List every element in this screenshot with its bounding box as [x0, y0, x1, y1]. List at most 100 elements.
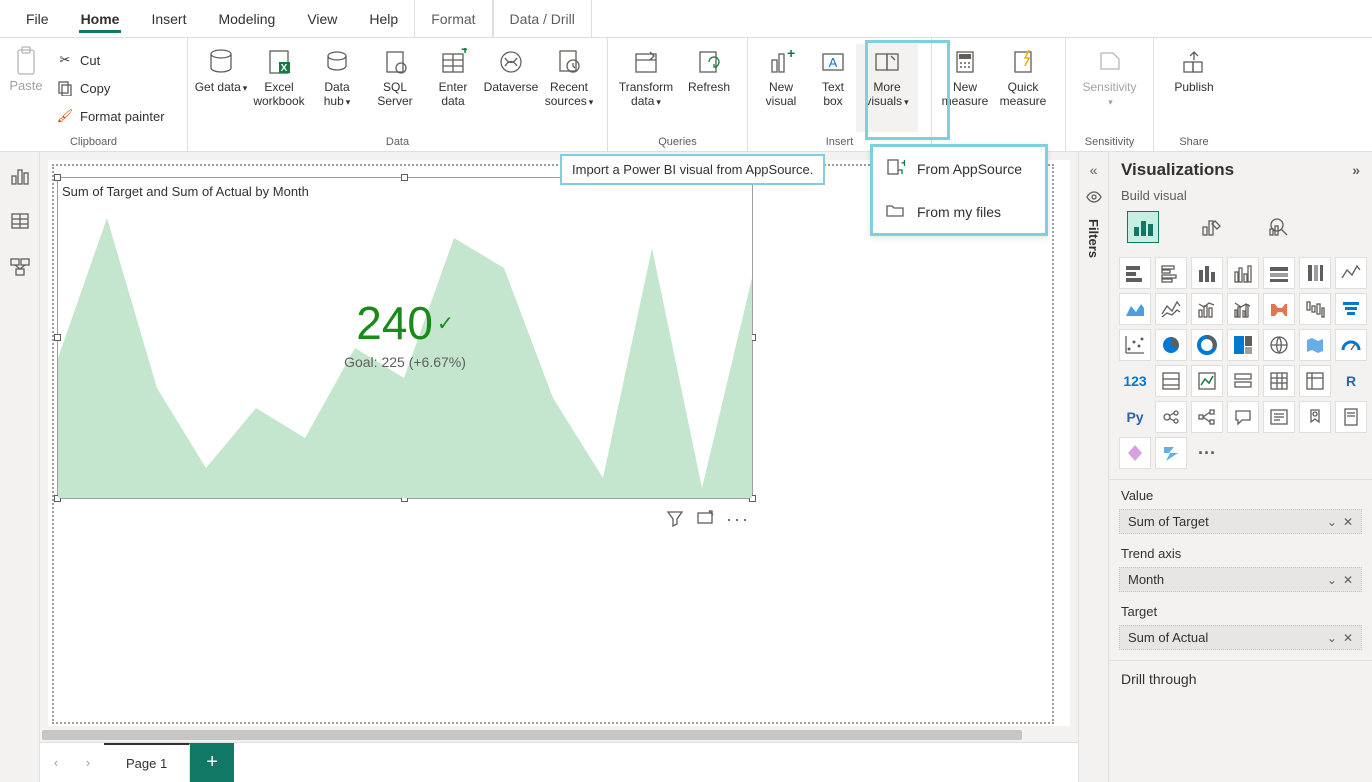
page-next-button[interactable]: › — [72, 743, 104, 782]
viz-key-influencers[interactable] — [1155, 401, 1187, 433]
viz-ribbon[interactable] — [1263, 293, 1295, 325]
resize-handle-n[interactable] — [401, 174, 408, 181]
viz-paginated[interactable] — [1335, 401, 1367, 433]
viz-decomposition[interactable] — [1191, 401, 1223, 433]
viz-line-clustered[interactable] — [1227, 293, 1259, 325]
viz-r[interactable]: R — [1335, 365, 1367, 397]
kpi-visual[interactable]: Sum of Target and Sum of Actual by Month… — [58, 178, 752, 498]
trend-field-well[interactable]: Month ⌄✕ — [1119, 567, 1362, 592]
more-visuals-button[interactable]: More visuals▾ — [856, 44, 918, 132]
remove-field-icon[interactable]: ✕ — [1343, 515, 1353, 529]
viz-clustered-column[interactable] — [1227, 257, 1259, 289]
format-visual-tab[interactable] — [1195, 211, 1227, 243]
horizontal-scrollbar[interactable] — [40, 728, 1078, 742]
analytics-tab[interactable] — [1263, 211, 1295, 243]
viz-matrix[interactable] — [1299, 365, 1331, 397]
copy-button[interactable]: Copy — [52, 74, 169, 102]
build-visual-tab[interactable] — [1127, 211, 1159, 243]
resize-handle-nw[interactable] — [54, 174, 61, 181]
format-painter-button[interactable]: 🖌Format painter — [52, 102, 169, 130]
viz-area[interactable] — [1119, 293, 1151, 325]
enter-data-button[interactable]: +Enter data — [424, 44, 482, 132]
more-options-icon[interactable]: ··· — [726, 509, 744, 527]
model-view-icon[interactable] — [9, 256, 31, 278]
publish-button[interactable]: Publish — [1158, 44, 1230, 132]
viz-donut[interactable] — [1191, 329, 1223, 361]
expand-filters-icon[interactable]: « — [1090, 162, 1098, 178]
viz-more-icon[interactable]: ··· — [1191, 437, 1223, 469]
viz-goals[interactable] — [1299, 401, 1331, 433]
viz-100-column[interactable] — [1299, 257, 1331, 289]
viz-stacked-column[interactable] — [1191, 257, 1223, 289]
tab-view[interactable]: View — [291, 0, 353, 37]
chevron-down-icon[interactable]: ⌄ — [1327, 631, 1337, 645]
value-field-well[interactable]: Sum of Target ⌄✕ — [1119, 509, 1362, 534]
report-canvas[interactable]: Sum of Target and Sum of Actual by Month… — [48, 160, 1070, 726]
page-prev-button[interactable]: ‹ — [40, 743, 72, 782]
scrollbar-thumb[interactable] — [42, 730, 1022, 740]
viz-slicer[interactable] — [1227, 365, 1259, 397]
sql-server-button[interactable]: SQL Server — [366, 44, 424, 132]
expand-viz-icon[interactable]: » — [1352, 162, 1360, 178]
viz-power-automate[interactable] — [1155, 437, 1187, 469]
excel-workbook-button[interactable]: XExcel workbook — [250, 44, 308, 132]
tab-help[interactable]: Help — [353, 0, 414, 37]
paste-button[interactable]: Paste — [4, 44, 48, 132]
refresh-button[interactable]: Refresh — [680, 44, 738, 132]
viz-kpi[interactable] — [1191, 365, 1223, 397]
from-appsource-item[interactable]: + From AppSource — [873, 147, 1045, 190]
more-visuals-label: More visuals — [865, 80, 902, 108]
viz-multi-card[interactable] — [1155, 365, 1187, 397]
viz-filled-map[interactable] — [1299, 329, 1331, 361]
viz-qa[interactable] — [1227, 401, 1259, 433]
viz-gauge[interactable] — [1335, 329, 1367, 361]
remove-field-icon[interactable]: ✕ — [1343, 631, 1353, 645]
text-box-button[interactable]: AText box — [810, 44, 856, 132]
viz-map[interactable] — [1263, 329, 1295, 361]
viz-scatter[interactable] — [1119, 329, 1151, 361]
new-measure-button[interactable]: New measure — [936, 44, 994, 132]
remove-field-icon[interactable]: ✕ — [1343, 573, 1353, 587]
chevron-down-icon[interactable]: ⌄ — [1327, 515, 1337, 529]
viz-stacked-area[interactable] — [1155, 293, 1187, 325]
drill-through-section[interactable]: Drill through — [1109, 660, 1372, 697]
viz-smart-narrative[interactable] — [1263, 401, 1295, 433]
filter-icon[interactable] — [666, 509, 684, 527]
viz-py[interactable]: Py — [1119, 401, 1151, 433]
target-field-well[interactable]: Sum of Actual ⌄✕ — [1119, 625, 1362, 650]
viz-power-apps[interactable] — [1119, 437, 1151, 469]
tab-file[interactable]: File — [10, 0, 65, 37]
dataverse-button[interactable]: Dataverse — [482, 44, 540, 132]
viz-funnel[interactable] — [1335, 293, 1367, 325]
focus-mode-icon[interactable] — [696, 509, 714, 527]
viz-clustered-bar[interactable] — [1155, 257, 1187, 289]
tab-modeling[interactable]: Modeling — [202, 0, 291, 37]
report-view-icon[interactable] — [9, 164, 31, 186]
get-data-button[interactable]: Get data▾ — [192, 44, 250, 132]
tab-insert[interactable]: Insert — [135, 0, 202, 37]
viz-line[interactable] — [1335, 257, 1367, 289]
viz-waterfall[interactable] — [1299, 293, 1331, 325]
page-tab-1[interactable]: Page 1 — [104, 743, 190, 782]
new-visual-button[interactable]: +New visual — [752, 44, 810, 132]
transform-data-button[interactable]: Transform data▾ — [612, 44, 680, 132]
viz-stacked-bar[interactable] — [1119, 257, 1151, 289]
add-page-button[interactable]: + — [190, 743, 234, 782]
viz-table[interactable] — [1263, 365, 1295, 397]
recent-sources-button[interactable]: Recent sources▾ — [540, 44, 598, 132]
tab-home[interactable]: Home — [65, 0, 136, 37]
from-myfiles-item[interactable]: From my files — [873, 190, 1045, 233]
viz-treemap[interactable] — [1227, 329, 1259, 361]
data-view-icon[interactable] — [9, 210, 31, 232]
quick-measure-button[interactable]: Quick measure — [994, 44, 1052, 132]
viz-100-bar[interactable] — [1263, 257, 1295, 289]
viz-card[interactable]: 123 — [1119, 365, 1151, 397]
viz-line-column[interactable] — [1191, 293, 1223, 325]
viz-pie[interactable] — [1155, 329, 1187, 361]
cut-button[interactable]: ✂Cut — [52, 46, 169, 74]
eye-icon[interactable] — [1085, 188, 1103, 209]
data-hub-button[interactable]: Data hub▾ — [308, 44, 366, 132]
chevron-down-icon[interactable]: ⌄ — [1327, 573, 1337, 587]
tab-format[interactable]: Format — [414, 0, 492, 37]
tab-datadrill[interactable]: Data / Drill — [493, 0, 592, 37]
